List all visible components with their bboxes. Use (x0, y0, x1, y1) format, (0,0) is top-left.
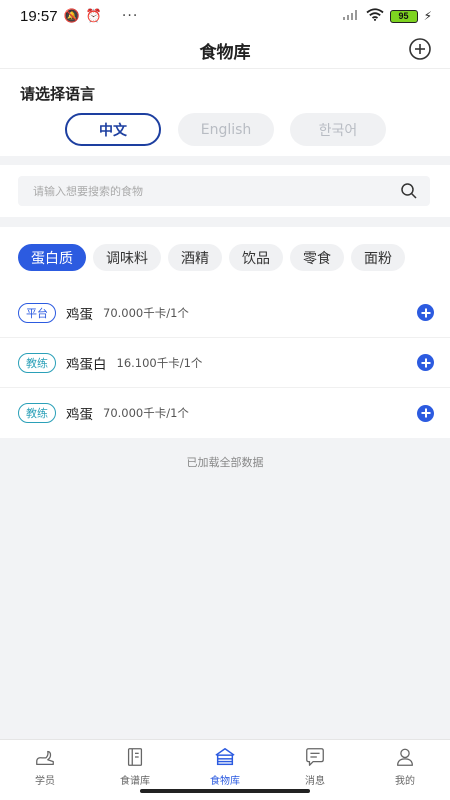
profile-icon (397, 748, 413, 766)
tab-label: 食谱库 (120, 776, 150, 787)
search-section (0, 165, 450, 217)
add-food-button[interactable] (408, 37, 432, 61)
recipe-book-icon (127, 748, 143, 766)
add-circle-icon[interactable] (417, 304, 434, 321)
mute-icon: 🔕 (63, 8, 80, 24)
home-indicator (140, 789, 310, 793)
language-option-english[interactable]: English (178, 113, 274, 146)
source-tag: 教练 (18, 352, 56, 373)
language-selector: 请选择语言 中文 English 한국어 (0, 68, 450, 156)
all-loaded-text: 已加载全部数据 (186, 456, 264, 469)
food-name: 鸡蛋白 (66, 356, 107, 373)
food-name: 鸡蛋 (66, 306, 93, 323)
category-alcohol[interactable]: 酒精 (168, 244, 222, 271)
language-option-chinese[interactable]: 中文 (65, 113, 161, 146)
tab-label: 学员 (35, 776, 55, 787)
add-circle-icon[interactable] (417, 354, 434, 371)
charging-icon: ⚡ (423, 9, 432, 23)
message-icon (306, 748, 324, 766)
tab-label: 食物库 (210, 776, 240, 787)
category-protein[interactable]: 蛋白质 (18, 244, 86, 271)
category-drinks[interactable]: 饮品 (229, 244, 283, 271)
category-seasoning[interactable]: 调味料 (93, 244, 161, 271)
search-box[interactable] (18, 176, 430, 206)
plus-circle-icon (409, 38, 431, 60)
food-list-card: 蛋白质 调味料 酒精 饮品 零食 面粉 平台 鸡蛋 70.000千卡/1个 教练… (0, 227, 450, 438)
header: 食物库 (0, 32, 450, 68)
alarm-icon: ⏰ (85, 8, 102, 24)
page-title: 食物库 (199, 42, 251, 63)
source-tag: 平台 (18, 302, 56, 323)
category-snacks[interactable]: 零食 (290, 244, 344, 271)
status-time: 19:57 (20, 7, 58, 25)
category-flour[interactable]: 面粉 (351, 244, 405, 271)
food-name: 鸡蛋 (66, 407, 93, 423)
tab-label: 消息 (305, 776, 325, 787)
source-tag: 教练 (18, 403, 56, 423)
status-bar: 19:57 🔕 ⏰ ··· 95 ⚡ (0, 0, 450, 32)
food-calories: 16.100千卡/1个 (116, 355, 203, 370)
add-circle-icon[interactable] (417, 404, 434, 422)
food-row[interactable]: 教练 鸡蛋白 16.100千卡/1个 (0, 338, 450, 388)
language-option-korean[interactable]: 한국어 (290, 113, 386, 146)
food-row[interactable]: 平台 鸡蛋 70.000千卡/1个 (0, 288, 450, 338)
tab-profile[interactable]: 我的 (360, 740, 450, 800)
category-tabs: 蛋白质 调味料 酒精 饮品 零食 面粉 (0, 227, 450, 288)
battery-icon: 95 (389, 9, 418, 23)
food-calories: 70.000千卡/1个 (103, 406, 189, 420)
search-icon[interactable] (400, 182, 418, 200)
more-dots: ··· (121, 8, 139, 24)
search-input[interactable] (33, 184, 400, 198)
wifi-icon (365, 8, 384, 24)
food-list-area: 蛋白质 调味料 酒精 饮品 零食 面粉 平台 鸡蛋 70.000千卡/1个 教练… (0, 227, 450, 739)
food-calories: 70.000千卡/1个 (103, 305, 189, 320)
tab-students[interactable]: 学员 (0, 740, 90, 800)
food-library-icon (215, 748, 235, 766)
language-prompt: 请选择语言 (20, 85, 96, 103)
signal-icon (342, 9, 360, 24)
tab-label: 我的 (395, 776, 415, 787)
student-icon (36, 750, 54, 765)
food-row[interactable]: 教练 鸡蛋 70.000千卡/1个 (0, 388, 450, 438)
